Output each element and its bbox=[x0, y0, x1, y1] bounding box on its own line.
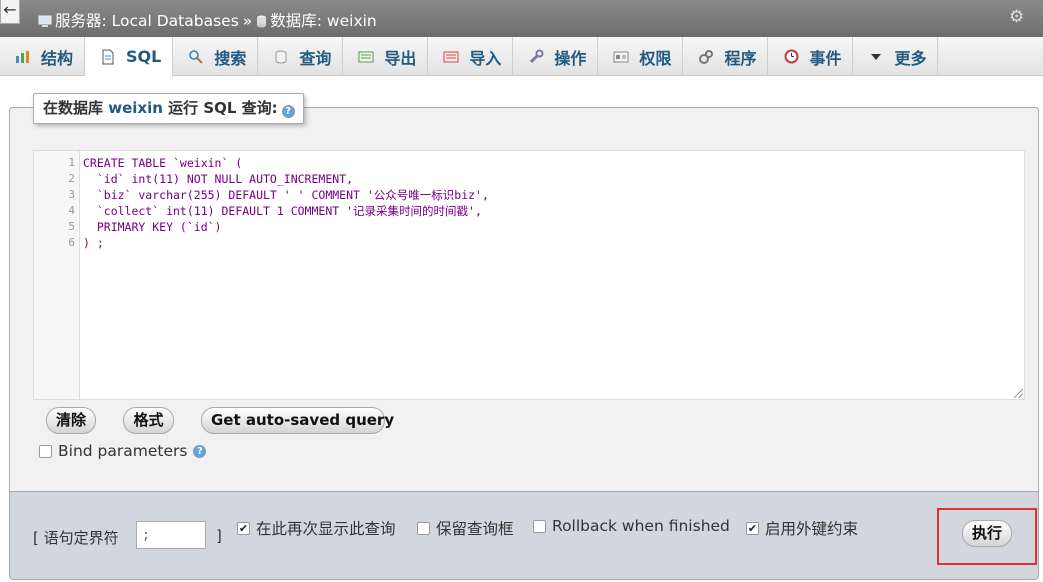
search-icon bbox=[187, 49, 205, 65]
tab-events[interactable]: 事件 bbox=[768, 37, 854, 76]
line-number: 4 bbox=[68, 204, 75, 217]
retain-query-box-checkbox[interactable] bbox=[417, 521, 430, 535]
tab-query[interactable]: 查询 bbox=[258, 37, 344, 76]
privileges-icon bbox=[612, 49, 630, 65]
retain-query-box-option[interactable]: 保留查询框 bbox=[417, 517, 514, 539]
gear-icon[interactable]: ⚙ bbox=[1009, 8, 1027, 26]
tab-more[interactable]: 更多 bbox=[853, 37, 939, 76]
line-number: 2 bbox=[68, 172, 75, 185]
line-number: 1 bbox=[68, 156, 75, 169]
tab-search[interactable]: 搜索 bbox=[173, 37, 259, 76]
sql-query-legend: 在数据库 weixin 运行 SQL 查询:? bbox=[33, 93, 304, 124]
export-icon bbox=[357, 49, 375, 65]
code-line: CREATE TABLE `weixin` ( bbox=[83, 156, 243, 170]
tab-bar: 结构 SQL 搜索 查询 导出 导入 操作 权限 程序 事件 更多 bbox=[0, 37, 1043, 77]
collapse-navigation-button[interactable]: ← bbox=[0, 0, 20, 24]
help-icon[interactable]: ? bbox=[193, 444, 207, 458]
code-line: `collect` int(11) DEFAULT 1 COMMENT '记录采… bbox=[83, 204, 482, 218]
tab-export[interactable]: 导出 bbox=[343, 37, 429, 76]
delimiter-label: [ 语句定界符 bbox=[33, 529, 119, 547]
code-line: `id` int(11) NOT NULL AUTO_INCREMENT, bbox=[83, 172, 354, 186]
breadcrumb-database[interactable]: 数据库: weixin bbox=[270, 12, 376, 30]
format-button[interactable]: 格式 bbox=[123, 407, 174, 434]
routines-icon bbox=[697, 49, 715, 65]
foreign-key-checks-checkbox[interactable]: ✔ bbox=[746, 521, 759, 535]
structure-icon bbox=[14, 49, 32, 65]
rollback-option[interactable]: Rollback when finished bbox=[533, 517, 730, 535]
code-line: PRIMARY KEY (`id`) bbox=[83, 220, 222, 234]
query-icon bbox=[272, 49, 290, 65]
tab-structure[interactable]: 结构 bbox=[0, 37, 86, 76]
help-icon[interactable]: ? bbox=[281, 105, 295, 118]
chevron-down-icon bbox=[867, 49, 885, 65]
code-line: ) ; bbox=[83, 236, 104, 250]
breadcrumb-server[interactable]: 服务器: Local Databases bbox=[55, 12, 239, 30]
breadcrumb-separator: » bbox=[242, 12, 253, 30]
line-number: 5 bbox=[68, 220, 75, 233]
tab-operations[interactable]: 操作 bbox=[513, 37, 599, 76]
import-icon bbox=[442, 49, 460, 65]
database-icon bbox=[256, 14, 267, 32]
code-line: `biz` varchar(255) DEFAULT ' ' COMMENT '… bbox=[83, 188, 489, 202]
show-query-again-checkbox[interactable]: ✔ bbox=[237, 521, 250, 535]
tab-privileges[interactable]: 权限 bbox=[598, 37, 684, 76]
legend-database-link[interactable]: weixin bbox=[108, 99, 163, 117]
resize-handle[interactable] bbox=[1014, 389, 1023, 398]
execute-button[interactable]: 执行 bbox=[962, 520, 1012, 547]
clear-button[interactable]: 清除 bbox=[46, 407, 96, 434]
sql-icon bbox=[99, 49, 117, 65]
breadcrumb-bar: ← 服务器: Local Databases» 数据库: weixin ⚙ bbox=[0, 0, 1043, 37]
line-number-gutter: 1 2 3 4 5 6 bbox=[34, 151, 80, 399]
tab-routines[interactable]: 程序 bbox=[683, 37, 769, 76]
wrench-icon bbox=[527, 49, 545, 65]
tab-sql[interactable]: SQL bbox=[85, 37, 174, 77]
line-number: 3 bbox=[68, 188, 75, 201]
line-number: 6 bbox=[68, 236, 75, 249]
delimiter-input[interactable]: ; bbox=[136, 521, 206, 549]
tab-import[interactable]: 导入 bbox=[428, 37, 514, 76]
bind-parameters-option[interactable]: Bind parameters ? bbox=[39, 442, 207, 460]
rollback-checkbox[interactable] bbox=[533, 519, 546, 533]
bind-parameters-checkbox[interactable] bbox=[39, 444, 52, 458]
sql-editor[interactable]: 1 2 3 4 5 6 CREATE TABLE `weixin` ( `id`… bbox=[33, 150, 1025, 400]
sql-code[interactable]: CREATE TABLE `weixin` ( `id` int(11) NOT… bbox=[83, 155, 1020, 251]
get-autosaved-query-button[interactable]: Get auto-saved query bbox=[201, 407, 394, 434]
breadcrumb: 服务器: Local Databases» 数据库: weixin bbox=[38, 9, 377, 32]
show-query-again-option[interactable]: ✔ 在此再次显示此查询 bbox=[237, 517, 396, 539]
foreign-key-checks-option[interactable]: ✔ 启用外键约束 bbox=[746, 517, 858, 539]
delimiter-bracket: ] bbox=[216, 527, 222, 545]
server-icon bbox=[38, 14, 52, 32]
events-icon bbox=[782, 49, 800, 65]
